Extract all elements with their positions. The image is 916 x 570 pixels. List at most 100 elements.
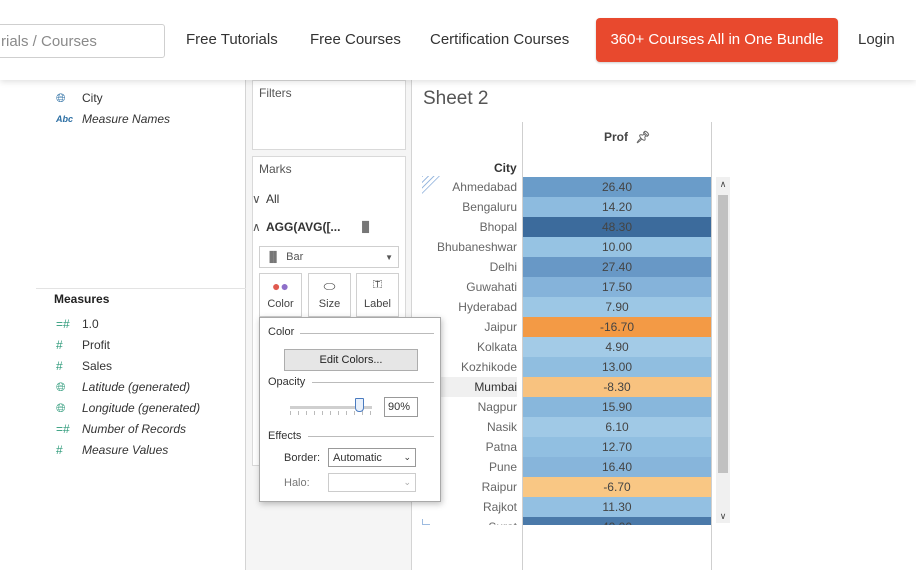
chevron-down-icon: ⌄ (403, 452, 411, 462)
label-button[interactable]: 🇹︎ Label (356, 273, 399, 317)
row-label[interactable]: Bhubaneshwar (422, 237, 517, 257)
field-measure-values[interactable]: # Measure Values (56, 440, 168, 460)
row-label[interactable]: Guwahati (422, 277, 517, 297)
field-city[interactable]: 🌐︎ City (56, 88, 103, 108)
marks-agg-row[interactable]: ∧ AGG(AVG([... ▐▌ (252, 220, 402, 234)
table-rows: Ahmedabad 26.40 Bengaluru 14.20 Bhopal 48.30 B… (412, 80, 712, 525)
table-cell[interactable]: 40.00 (523, 517, 711, 525)
table-cell[interactable]: 4.90 (523, 337, 711, 357)
bar-chart-icon: ▐▌ (266, 251, 281, 263)
table-cell[interactable]: 11.30 (523, 497, 711, 517)
globe-icon: 🌐︎ (56, 379, 66, 394)
bundle-button[interactable]: 360+ Courses All in One Bundle (596, 18, 838, 62)
halo-label: Halo: (284, 477, 310, 489)
vertical-scrollbar[interactable]: ∧ ∨ (716, 177, 730, 523)
divider (312, 382, 434, 383)
field-longitude[interactable]: 🌐︎ Longitude (generated) (56, 398, 200, 418)
scroll-thumb[interactable] (718, 195, 728, 473)
table-cell[interactable]: 15.90 (523, 397, 711, 417)
nav-link-free-courses[interactable]: Free Courses (310, 31, 401, 48)
field-profit[interactable]: # Profit (56, 335, 110, 355)
marks-title: Marks (259, 162, 292, 176)
nav-link-free-tutorials[interactable]: Free Tutorials (186, 31, 278, 48)
top-navigation: rials / Courses Free Tutorials Free Cour… (0, 0, 916, 80)
row-label[interactable]: Bhopal (422, 217, 517, 237)
color-dots-icon: ●● (272, 278, 289, 294)
abc-icon: Abc (56, 114, 74, 124)
scroll-down-icon[interactable]: ∨ (716, 509, 730, 523)
table-cell[interactable]: 16.40 (523, 457, 711, 477)
bar-chart-icon: ▐▌ (358, 221, 373, 233)
table-cell[interactable]: 17.50 (523, 277, 711, 297)
opacity-slider-thumb[interactable] (355, 398, 364, 412)
row-label[interactable]: Surat (422, 517, 517, 525)
table-cell[interactable]: 12.70 (523, 437, 711, 457)
text-icon: 🇹︎ (372, 278, 383, 290)
calc-measure-icon: =# (56, 317, 70, 331)
border-select[interactable]: Automatic ⌄ (328, 448, 416, 467)
size-button[interactable]: ⬭ Size (308, 273, 351, 317)
divider (308, 436, 434, 437)
halo-select[interactable]: ⌄ (328, 473, 416, 492)
table-cell[interactable]: -16.70 (523, 317, 711, 337)
marks-all-label: All (266, 192, 280, 206)
section-divider (36, 288, 246, 289)
measures-header: Measures (54, 292, 110, 306)
table-cell[interactable]: 6.10 (523, 417, 711, 437)
table-cell[interactable]: 48.30 (523, 217, 711, 237)
table-cell[interactable]: 13.00 (523, 357, 711, 377)
field-label: Number of Records (82, 422, 187, 436)
field-label: 1.0 (82, 317, 99, 331)
divider (300, 333, 434, 334)
border-label: Border: (284, 452, 321, 464)
chevron-down-icon: ⌄ (403, 477, 411, 487)
label-button-label: Label (364, 298, 391, 310)
table-cell[interactable]: 10.00 (523, 237, 711, 257)
table-cell[interactable]: 7.90 (523, 297, 711, 317)
edit-colors-button[interactable]: Edit Colors... (284, 349, 418, 371)
viz-area: Sheet 2 Prof 📌︎ City Ahmedabad 26.40 Benga… (412, 80, 916, 570)
chevron-down-icon: ∨ (252, 192, 261, 206)
table-cell[interactable]: -8.30 (523, 377, 711, 397)
size-button-label: Size (318, 298, 341, 310)
opacity-section-title: Opacity (268, 376, 306, 388)
filters-card[interactable]: Filters (252, 80, 406, 150)
color-popup: Color Edit Colors... Opacity 90% Effects… (259, 317, 441, 502)
field-number-of-records[interactable]: =# Number of Records (56, 419, 186, 439)
login-link[interactable]: Login (858, 31, 895, 48)
field-label: City (82, 91, 103, 105)
globe-icon: 🌐︎ (56, 90, 66, 105)
row-label[interactable]: Delhi (422, 257, 517, 277)
measure-icon: # (56, 359, 63, 373)
field-latitude[interactable]: 🌐︎ Latitude (generated) (56, 377, 190, 397)
row-label[interactable]: Hyderabad (422, 297, 517, 317)
effects-section-title: Effects (268, 430, 302, 442)
size-icon: ⬭ (323, 278, 336, 294)
measure-icon: # (56, 443, 63, 457)
search-input[interactable]: rials / Courses (0, 24, 165, 58)
field-measure-names[interactable]: Abc Measure Names (56, 109, 170, 129)
color-button-label: Color (267, 298, 294, 310)
chevron-down-icon: ▼ (385, 252, 393, 262)
table-cell[interactable]: 26.40 (523, 177, 711, 197)
field-1-0[interactable]: =# 1.0 (56, 314, 99, 334)
mark-type-value: Bar (286, 251, 304, 263)
marks-all-row[interactable]: ∨ All (252, 192, 279, 206)
color-button[interactable]: ●● Color (259, 273, 302, 317)
field-label: Latitude (generated) (82, 380, 191, 394)
field-label: Profit (82, 338, 111, 352)
opacity-input[interactable]: 90% (384, 397, 418, 417)
globe-icon: 🌐︎ (56, 400, 66, 415)
scroll-up-icon[interactable]: ∧ (716, 177, 730, 191)
data-pane: 🌐︎ City Abc Measure Names Measures =# 1.… (0, 80, 246, 570)
chevron-up-icon: ∧ (252, 220, 261, 234)
calc-measure-icon: =# (56, 422, 70, 436)
row-label[interactable]: Bengaluru (422, 197, 517, 217)
field-sales[interactable]: # Sales (56, 356, 112, 376)
table-cell[interactable]: 27.40 (523, 257, 711, 277)
nav-link-certification-courses[interactable]: Certification Courses (430, 31, 569, 48)
mark-type-dropdown[interactable]: ▐▌ Bar ▼ (259, 246, 399, 268)
table-cell[interactable]: 14.20 (523, 197, 711, 217)
table-cell[interactable]: -6.70 (523, 477, 711, 497)
row-label[interactable]: Ahmedabad (422, 177, 517, 197)
